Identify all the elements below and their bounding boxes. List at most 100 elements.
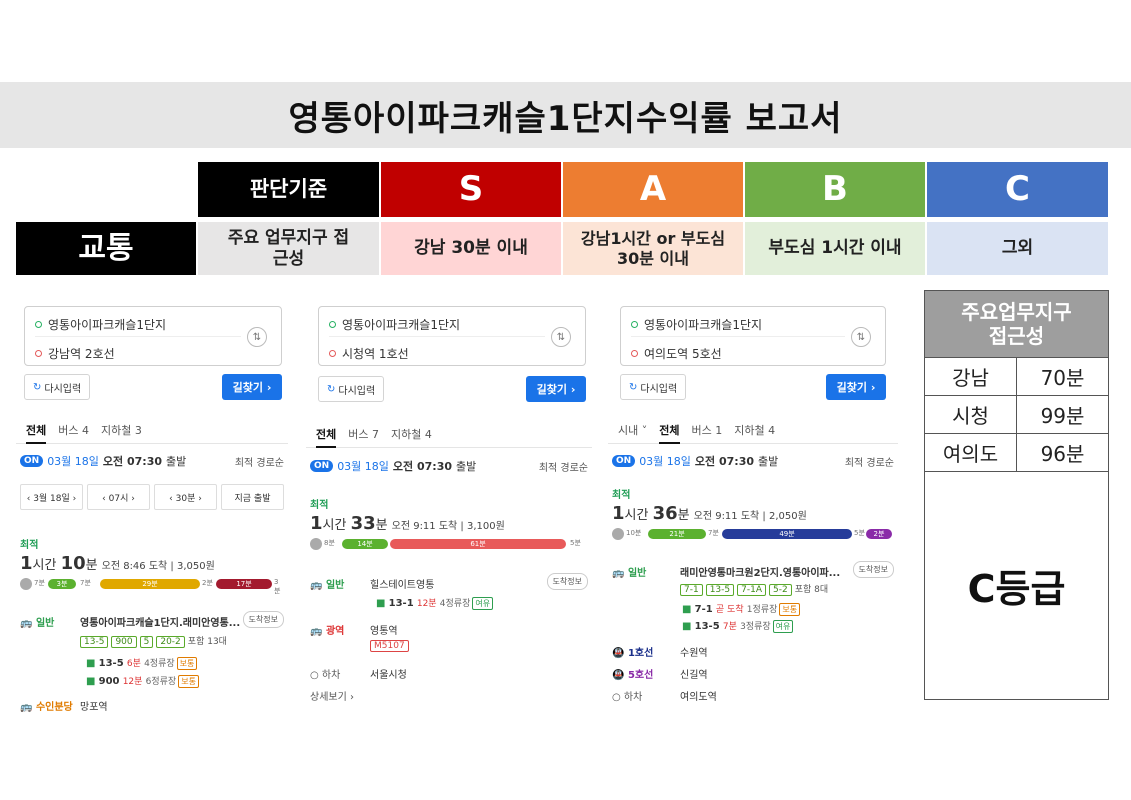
time-picker: ‹ 3월 18일 › ‹ 07시 › ‹ 30분 › 지금 출발 — [20, 484, 284, 510]
criterion-cell: 주요 업무지구 접근성 — [198, 222, 379, 275]
date-picker[interactable]: ‹ 3월 18일 › — [20, 484, 83, 510]
reset-button[interactable]: ↻ 다시입력 — [318, 376, 385, 402]
minute-picker[interactable]: ‹ 30분 › — [154, 484, 217, 510]
tab-bus[interactable]: 버스 7 — [348, 426, 379, 442]
subway-icon-label: 🚌 수인분당 — [20, 702, 73, 713]
bar-segment: 61분 — [390, 539, 566, 549]
walk-icon — [310, 538, 322, 550]
grade-b-header: B — [745, 162, 925, 217]
route-result[interactable]: 최적 1시간 36분 오전 9:11 도착 | 2,050원 10분 21분 7분… — [612, 486, 894, 540]
swap-icon[interactable]: ⇅ — [247, 327, 267, 347]
tab-bus[interactable]: 버스 1 — [692, 422, 723, 438]
route-search-box[interactable]: 영통아이파크캐슬1단지 강남역 2호선 ⇅ — [24, 306, 282, 366]
origin-dot-icon — [631, 321, 638, 328]
route-search-box[interactable]: 영통아이파크캐슬1단지 시청역 1호선 ⇅ — [318, 306, 586, 366]
bar-label: 7분 — [80, 579, 91, 587]
grade-c-header: C — [927, 162, 1108, 217]
criteria-header-cell: 판단기준 — [198, 162, 379, 217]
destination-text: 시청역 1호선 — [342, 347, 409, 361]
route-panel-cityhall: 영통아이파크캐슬1단지 시청역 1호선 ⇅ ↻ 다시입력 길찾기 › 전체 버스 … — [306, 296, 592, 716]
subway-icon-label: 🚇 5호선 — [612, 670, 654, 681]
walk-icon — [612, 528, 624, 540]
reset-button[interactable]: ↻ 다시입력 — [620, 374, 687, 400]
depart-now-button[interactable]: 지금 출발 — [221, 484, 284, 510]
route-bar: 7분 3분 7분 29분 2분 17분 3분 — [20, 578, 284, 595]
sort-select[interactable]: 최적 경로순 — [845, 454, 894, 469]
hour-picker[interactable]: ‹ 07시 › — [87, 484, 150, 510]
destination-text: 여의도역 5호선 — [644, 347, 722, 361]
arrival-info-button[interactable]: 도착정보 — [242, 611, 284, 628]
departure-row[interactable]: ON 03월 18일 오전 07:30 출발 최적 경로순 — [20, 451, 284, 471]
origin-field[interactable]: 영통아이파크캐슬1단지 — [35, 316, 166, 333]
bar-segment: 21분 — [648, 529, 706, 539]
bar-segment: 29분 — [100, 579, 200, 589]
route-result[interactable]: 최적 1시간 10분 오전 8:46 도착 | 3,050원 7분 3분 7분 2… — [20, 536, 284, 595]
route-bar: 10분 21분 7분 49분 5분 2분 — [612, 528, 894, 540]
sort-select[interactable]: 최적 경로순 — [539, 459, 588, 474]
origin-field[interactable]: 영통아이파크캐슬1단지 — [329, 316, 460, 333]
destination-field[interactable]: 시청역 1호선 — [329, 345, 409, 362]
duration: 1시간 10분 오전 8:46 도착 | 3,050원 — [20, 553, 215, 574]
refresh-icon: ↻ — [33, 381, 42, 393]
find-route-button[interactable]: 길찾기 › — [222, 374, 282, 400]
tab-all[interactable]: 전체 — [26, 422, 47, 444]
swap-icon[interactable]: ⇅ — [551, 327, 571, 347]
route-bar: 8분 14분 61분 5분 — [310, 538, 588, 550]
route-tabs: 전체 버스 7 지하철 4 — [306, 420, 592, 448]
find-route-button[interactable]: 길찾기 › — [826, 374, 886, 400]
page-title: 영통아이파크캐슬1단지수익률 보고서 — [288, 98, 843, 139]
tab-all[interactable]: 전체 — [659, 422, 680, 444]
departure-row[interactable]: ON 03월 18일 오전 07:30 출발 최적 경로순 — [310, 456, 588, 476]
alight-label: ○ 하차 — [310, 670, 341, 681]
refresh-icon: ↻ — [629, 381, 638, 393]
bar-label: 8분 — [324, 539, 335, 547]
route-tabs: 시내 ˅ 전체 버스 1 지하철 4 — [608, 416, 898, 444]
bus-icon-label: 🚌 광역 — [310, 626, 345, 637]
bar-label: 3분 — [274, 578, 281, 595]
bus-icon-label: 🚌 일반 — [612, 568, 647, 579]
destination-dot-icon — [329, 350, 336, 357]
access-row: 강남 70분 — [925, 357, 1108, 395]
arrival-info-button[interactable]: 도착정보 — [852, 561, 894, 578]
arrival-info-button[interactable]: 도착정보 — [546, 573, 588, 590]
destination-field[interactable]: 강남역 2호선 — [35, 345, 115, 362]
bar-label: 5분 — [570, 539, 581, 547]
on-badge: ON — [20, 455, 44, 467]
on-badge: ON — [612, 455, 636, 467]
tab-bus[interactable]: 버스 4 — [58, 422, 89, 438]
tab-all[interactable]: 전체 — [316, 426, 337, 448]
alight-label: ○ 하차 — [612, 692, 643, 703]
grade-a-text: 강남1시간 or 부도심 30분 이내 — [580, 229, 726, 268]
route-result[interactable]: 최적 1시간 33분 오전 9:11 도착 | 3,100원 8분 14분 61분… — [310, 496, 588, 550]
origin-text: 영통아이파크캐슬1단지 — [644, 318, 763, 332]
route-search-box[interactable]: 영통아이파크캐슬1단지 여의도역 5호선 ⇅ — [620, 306, 886, 366]
tab-subway[interactable]: 지하철 3 — [101, 422, 142, 438]
bar-segment: 2분 — [866, 529, 892, 539]
access-table: 주요업무지구 접근성 강남 70분 시청 99분 여의도 96분 C등급 — [924, 290, 1109, 700]
grade-result: C등급 — [925, 471, 1108, 699]
swap-icon[interactable]: ⇅ — [851, 327, 871, 347]
bar-segment: 3분 — [48, 579, 76, 589]
sort-select[interactable]: 최적 경로순 — [235, 454, 284, 469]
bar-label: 7분 — [708, 529, 719, 537]
access-table-header: 주요업무지구 접근성 — [925, 291, 1108, 357]
departure-row[interactable]: ON 03월 18일 오전 07:30 출발 최적 경로순 — [612, 451, 894, 471]
bar-segment: 14분 — [342, 539, 388, 549]
origin-dot-icon — [329, 321, 336, 328]
bus-icon-label: 🚌 일반 — [310, 580, 345, 591]
reset-button[interactable]: ↻ 다시입력 — [24, 374, 91, 400]
bar-segment: 49분 — [722, 529, 852, 539]
grade-a-header: A — [563, 162, 743, 217]
bar-label: 7분 — [34, 579, 45, 587]
tab-subway[interactable]: 지하철 4 — [391, 426, 432, 442]
grade-s-header: S — [381, 162, 561, 217]
origin-field[interactable]: 영통아이파크캐슬1단지 — [631, 316, 762, 333]
tab-subway[interactable]: 지하철 4 — [734, 422, 775, 438]
route-panel-gangnam: 영통아이파크캐슬1단지 강남역 2호선 ⇅ ↻ 다시입력 길찾기 › 전체 버스 … — [16, 296, 288, 716]
grade-a-cell: 강남1시간 or 부도심 30분 이내 — [563, 222, 743, 275]
tab-city[interactable]: 시내 ˅ — [618, 422, 647, 438]
find-route-button[interactable]: 길찾기 › — [526, 376, 586, 402]
bus-icon-label: 🚌 일반 — [20, 618, 55, 629]
destination-field[interactable]: 여의도역 5호선 — [631, 345, 722, 362]
bar-segment: 17분 — [216, 579, 272, 589]
